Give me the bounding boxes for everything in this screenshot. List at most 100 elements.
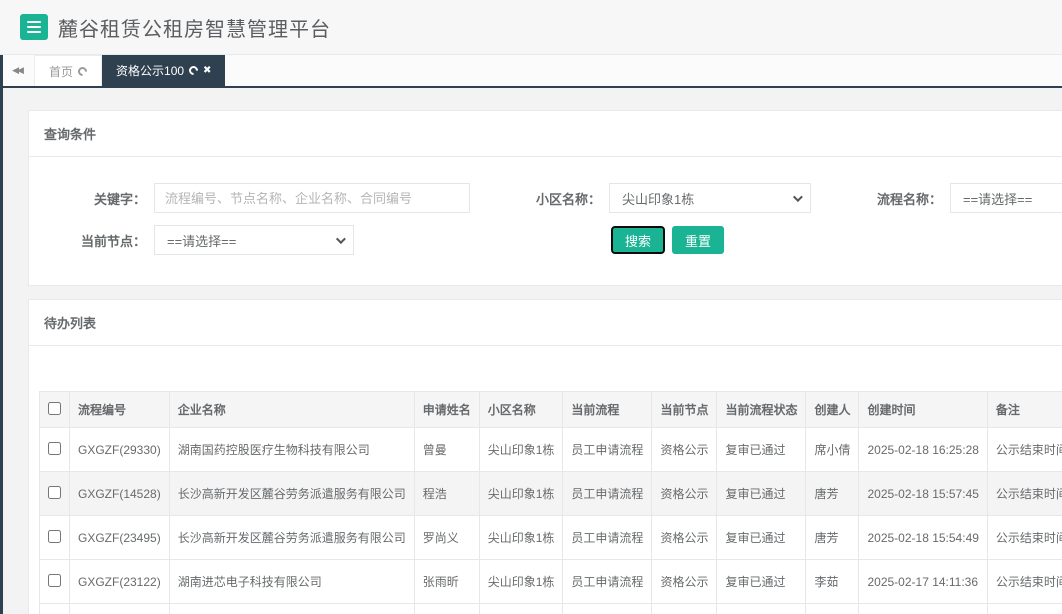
tab-home-label: 首页	[49, 64, 74, 79]
cell-company: 长沙高新开发区麓谷劳务派遣服务有限公司	[168, 471, 415, 516]
reset-button[interactable]: 重置	[672, 226, 725, 254]
col-header-process-no: 流程编号	[69, 391, 170, 428]
process-label: 流程名称：	[876, 191, 942, 207]
cell-community: 尖山印象1栋	[478, 559, 564, 604]
node-select-value: ==请选择==	[167, 233, 237, 249]
query-panel-title: 查询条件	[29, 111, 1062, 157]
cell-process-no: GXGZF(14528)	[69, 471, 170, 516]
node-select[interactable]: ==请选择==	[154, 225, 354, 255]
refresh-icon[interactable]	[187, 64, 200, 77]
cell-community: 尖山印象1栋	[478, 603, 564, 614]
chevron-down-icon	[792, 191, 803, 202]
cell-company: 长沙中兴软件有限责任公司	[168, 603, 415, 614]
search-button[interactable]: 搜索	[611, 226, 666, 254]
col-header-applicant: 申请姓名	[413, 391, 480, 428]
tab-qualification-label: 资格公示100	[116, 64, 185, 78]
cell-remark: 公示结束时间：2025-02-25 16:11:38	[986, 515, 1062, 560]
app-window: 麓谷租赁公租房智慧管理平台 ◀◀ 首页 资格公示100 ✖ 查询条件 关键字： …	[0, 0, 1062, 614]
col-header-process-status: 当前流程状态	[716, 391, 807, 428]
collapsed-sidebar	[0, 55, 3, 614]
cell-community: 尖山印象1栋	[478, 427, 564, 472]
cell-create-time: 2025-02-17 14:11:36	[858, 559, 988, 604]
cell-process-no: GXGZF(29209)	[69, 603, 170, 614]
tab-home[interactable]: 首页	[34, 55, 103, 86]
process-select[interactable]: ==请选择==	[950, 183, 1062, 213]
cell-remark: 公示结束时间：2025-02-25 10:53:32	[986, 603, 1062, 614]
cell-current-node: 资格公示	[651, 603, 718, 614]
cell-current-process: 员工申请流程	[562, 427, 653, 472]
cell-process-no: GXGZF(23495)	[69, 515, 170, 560]
process-select-value: ==请选择==	[963, 191, 1033, 207]
tab-bar: ◀◀ 首页 资格公示100 ✖	[0, 55, 1062, 88]
cell-create-time: 2025-02-18 15:54:49	[858, 515, 988, 560]
refresh-icon[interactable]	[76, 64, 89, 78]
cell-current-node: 资格公示	[651, 515, 718, 560]
main-content: 查询条件 关键字： 小区名称： 尖山印象1栋 流程名称： ==请选择==	[0, 88, 1062, 614]
col-header-community: 小区名称	[478, 391, 564, 428]
cell-process-status: 复审已通过	[716, 603, 807, 614]
todo-panel: 待办列表 流程编号 企业名称 申请姓名 小区名称 当前流程 当前节点 当前流程状…	[28, 299, 1062, 614]
col-header-remark: 备注	[986, 391, 1062, 428]
query-panel: 查询条件 关键字： 小区名称： 尖山印象1栋 流程名称： ==请选择==	[28, 110, 1062, 286]
cell-current-process: 员工申请流程	[562, 515, 653, 560]
cell-community: 尖山印象1栋	[478, 515, 564, 560]
cell-remark: 公示结束时间：2025-02-25 16:53:54	[986, 427, 1062, 472]
col-header-creator: 创建人	[805, 391, 860, 428]
cell-current-node: 资格公示	[651, 559, 718, 604]
community-label: 小区名称：	[535, 191, 601, 207]
tab-qualification-publicity[interactable]: 资格公示100 ✖	[102, 55, 226, 86]
table-row[interactable]: GXGZF(29209) 长沙中兴软件有限责任公司 赵琴 尖山印象1栋 员工申请…	[39, 603, 1062, 614]
close-icon[interactable]: ✖	[203, 65, 211, 76]
chevron-down-icon	[335, 233, 346, 244]
hamburger-icon[interactable]	[20, 14, 48, 40]
cell-process-no: GXGZF(29330)	[69, 427, 170, 472]
cell-community: 尖山印象1栋	[478, 471, 564, 516]
keyword-input[interactable]	[154, 183, 470, 213]
double-left-arrow-icon[interactable]: ◀◀	[0, 55, 34, 86]
cell-current-node: 资格公示	[651, 471, 718, 516]
cell-applicant: 程浩	[413, 471, 480, 516]
cell-company: 长沙高新开发区麓谷劳务派遣服务有限公司	[168, 515, 415, 560]
cell-process-no: GXGZF(23122)	[69, 559, 170, 604]
keyword-label: 关键字：	[93, 191, 146, 207]
top-header: 麓谷租赁公租房智慧管理平台	[0, 0, 1062, 55]
cell-applicant: 罗尚义	[413, 515, 480, 560]
node-label: 当前节点：	[80, 233, 146, 249]
cell-process-status: 复审已通过	[716, 559, 807, 604]
cell-creator: 唐芳	[805, 515, 860, 560]
cell-current-process: 员工申请流程	[562, 603, 653, 614]
cell-company: 湖南国药控股医疗生物科技有限公司	[168, 427, 415, 472]
cell-process-status: 复审已通过	[716, 515, 807, 560]
col-header-company: 企业名称	[168, 391, 415, 428]
cell-company: 湖南进芯电子科技有限公司	[168, 559, 415, 604]
cell-current-node: 资格公示	[651, 427, 718, 472]
row-checkbox[interactable]	[48, 441, 61, 455]
cell-applicant: 曾曼	[413, 427, 480, 472]
cell-remark: 公示结束时间：2025-02-25 16:11:45	[986, 471, 1062, 516]
cell-creator: 李茹	[805, 559, 860, 604]
row-checkbox[interactable]	[48, 573, 61, 587]
table-row[interactable]: GXGZF(23122) 湖南进芯电子科技有限公司 张雨昕 尖山印象1栋 员工申…	[39, 559, 1062, 604]
community-select-value: 尖山印象1栋	[622, 191, 695, 207]
col-header-current-process: 当前流程	[562, 391, 653, 428]
cell-creator: 甘小双	[805, 603, 860, 614]
cell-current-process: 员工申请流程	[562, 559, 653, 604]
col-header-current-node: 当前节点	[651, 391, 718, 428]
row-checkbox[interactable]	[48, 485, 61, 499]
cell-current-process: 员工申请流程	[562, 471, 653, 516]
cell-creator: 席小倩	[805, 427, 860, 472]
community-select[interactable]: 尖山印象1栋	[609, 183, 811, 213]
cell-create-time: 2025-02-12 20:52:58	[858, 603, 988, 614]
cell-create-time: 2025-02-18 15:57:45	[858, 471, 988, 516]
cell-process-status: 复审已通过	[716, 427, 807, 472]
todo-table: 流程编号 企业名称 申请姓名 小区名称 当前流程 当前节点 当前流程状态 创建人…	[39, 391, 1062, 614]
cell-remark: 公示结束时间：2025-02-25 16:03:53	[986, 559, 1062, 604]
col-header-create-time: 创建时间	[858, 391, 988, 428]
table-row[interactable]: GXGZF(14528) 长沙高新开发区麓谷劳务派遣服务有限公司 程浩 尖山印象…	[39, 471, 1062, 516]
cell-applicant: 张雨昕	[413, 559, 480, 604]
select-all-checkbox[interactable]	[48, 401, 61, 415]
table-row[interactable]: GXGZF(29330) 湖南国药控股医疗生物科技有限公司 曾曼 尖山印象1栋 …	[39, 427, 1062, 472]
table-row[interactable]: GXGZF(23495) 长沙高新开发区麓谷劳务派遣服务有限公司 罗尚义 尖山印…	[39, 515, 1062, 560]
row-checkbox[interactable]	[48, 529, 61, 543]
todo-panel-title: 待办列表	[29, 300, 1062, 346]
